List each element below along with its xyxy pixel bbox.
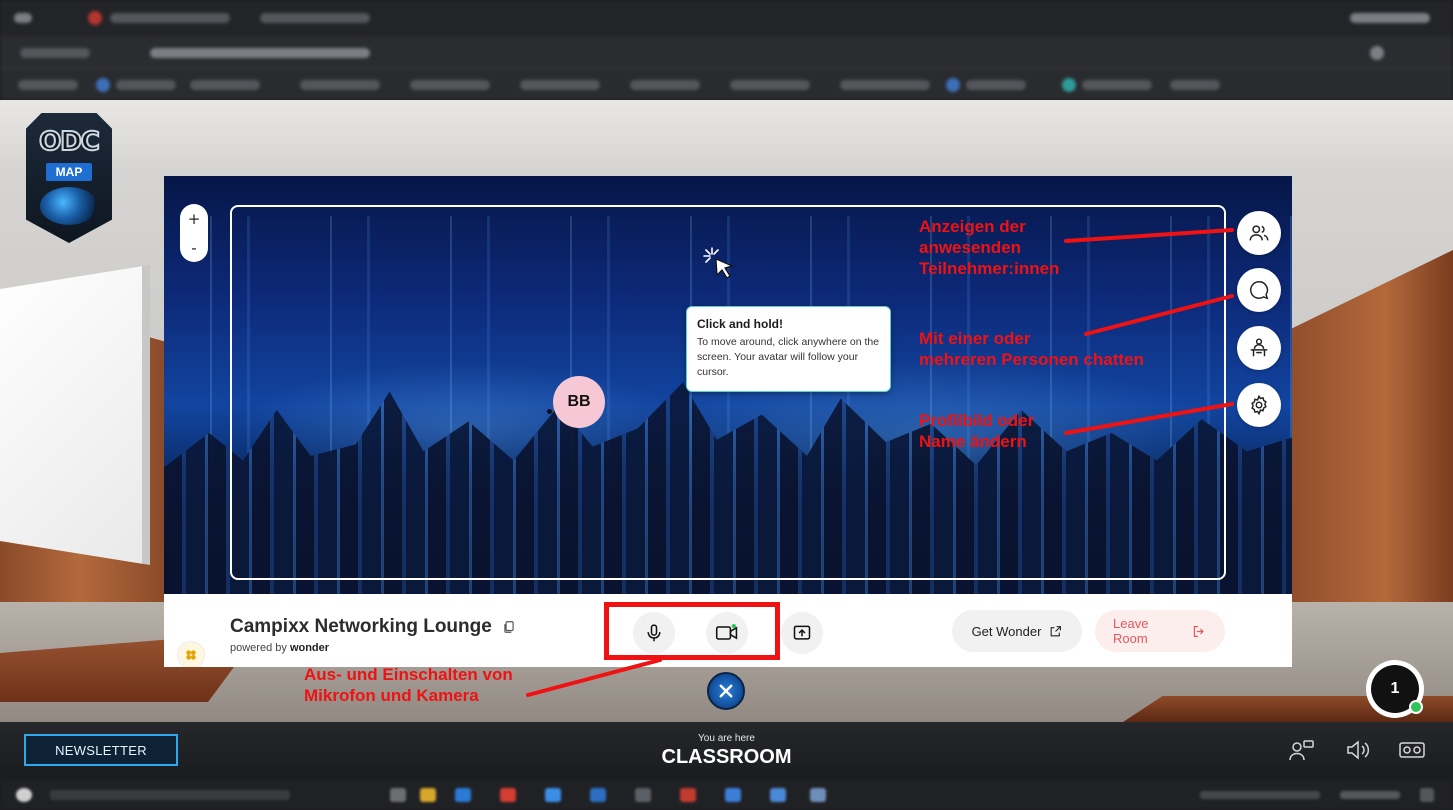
online-users-count-text: 1 <box>1390 680 1400 697</box>
bookmarks-bar <box>0 68 1453 100</box>
room-ceiling <box>0 100 1453 160</box>
chat-bubble-icon <box>1250 281 1269 300</box>
annotation-microphone-camera: Aus- und Einschalten von Mikrofon und Ka… <box>304 664 513 706</box>
click-and-hold-tooltip: Click and hold! To move around, click an… <box>686 306 891 392</box>
settings-button[interactable] <box>1237 383 1281 427</box>
wonder-logo-icon <box>186 650 196 660</box>
current-location: CLASSROOM <box>661 746 792 768</box>
online-status-dot <box>1409 700 1423 714</box>
cursor-click-icon <box>703 247 734 279</box>
browser-tab-strip <box>0 0 1453 36</box>
microphone-camera-highlight-box <box>604 602 780 660</box>
zoom-in-button[interactable]: + <box>180 206 208 232</box>
annotation-line: Mit einer oder <box>919 329 1031 348</box>
zoom-out-button[interactable]: - <box>180 235 208 261</box>
exit-icon <box>1194 625 1205 637</box>
user-avatar[interactable]: BB <box>553 376 605 428</box>
share-screen-icon <box>793 625 811 640</box>
close-panel-button[interactable] <box>707 672 745 710</box>
leave-room-button[interactable]: Leave Room <box>1095 610 1225 652</box>
os-taskbar <box>0 780 1453 810</box>
you-are-here-label: You are here <box>698 733 755 744</box>
annotation-line: Name ändern <box>919 432 1027 451</box>
powered-by: powered by wonder <box>230 642 329 654</box>
zoom-control: + - <box>180 204 208 262</box>
vr-goggles-icon[interactable] <box>1398 738 1426 762</box>
powered-by-prefix: powered by <box>230 642 287 654</box>
room-whiteboard <box>0 265 150 565</box>
room-name-text: Campixx Networking Lounge <box>230 616 492 637</box>
annotation-line: Anzeigen der <box>919 217 1026 236</box>
annotation-line: Mikrofon und Kamera <box>304 686 479 705</box>
annotation-participants: Anzeigen der anwesenden Teilnehmer:innen <box>919 216 1059 279</box>
tooltip-body: To move around, click anywhere on the sc… <box>697 336 880 379</box>
odc-logo-text: ODC <box>38 126 101 158</box>
globe-icon <box>40 187 98 225</box>
participants-button[interactable] <box>1237 211 1281 255</box>
odc-map-button[interactable]: ODC MAP <box>26 113 112 243</box>
bottom-bar: NEWSLETTER You are here CLASSROOM <box>0 722 1453 780</box>
person-at-desk-icon <box>1250 338 1268 357</box>
close-icon <box>719 684 733 698</box>
annotation-profile: Profilbild oder Name ändern <box>919 410 1034 452</box>
leave-room-label: Leave Room <box>1113 616 1149 646</box>
annotation-line: Aus- und Einschalten von <box>304 665 513 684</box>
browser-chrome <box>0 0 1453 100</box>
get-wonder-button[interactable]: Get Wonder <box>952 610 1082 652</box>
share-screen-button[interactable] <box>781 612 823 654</box>
annotation-line: mehreren Personen chatten <box>919 350 1144 369</box>
annotation-line: Profilbild oder <box>919 411 1035 430</box>
speaker-icon[interactable] <box>1345 738 1373 762</box>
avatar-settings-icon[interactable] <box>1288 738 1316 762</box>
map-label: MAP <box>45 163 93 181</box>
annotation-line: Teilnehmer:innen <box>919 259 1060 278</box>
external-link-icon <box>1051 625 1062 636</box>
room-name: Campixx Networking Lounge <box>230 616 516 638</box>
annotation-line: anwesenden <box>919 238 1022 257</box>
annotation-chat: Mit einer oder mehreren Personen chatten <box>919 328 1144 370</box>
powered-by-brand: wonder <box>289 642 330 654</box>
chat-button[interactable] <box>1237 268 1281 312</box>
tooltip-title: Click and hold! <box>697 317 784 331</box>
desk-button[interactable] <box>1237 326 1281 370</box>
wonder-room-panel: + - Click and hold! To move around, clic… <box>164 176 1292 667</box>
people-icon <box>1249 225 1269 241</box>
get-wonder-label: Get Wonder <box>971 623 1042 639</box>
wonder-logo[interactable] <box>178 642 204 667</box>
avatar-position-dot <box>547 409 552 414</box>
gear-icon <box>1251 394 1267 416</box>
copy-icon[interactable] <box>502 620 516 634</box>
